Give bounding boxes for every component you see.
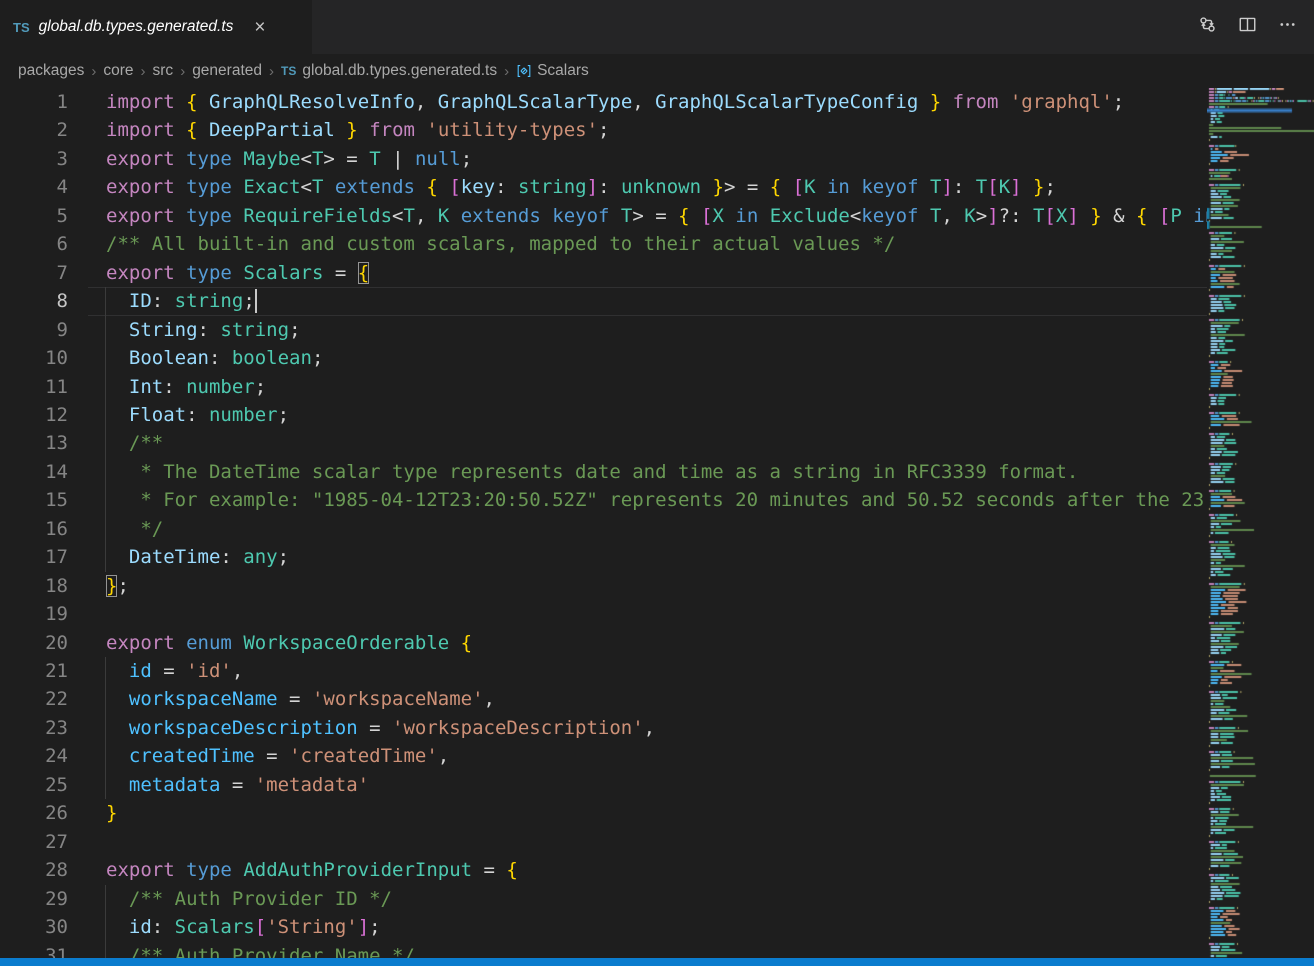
split-editor-icon [1238, 15, 1257, 39]
breadcrumb-item[interactable]: core [103, 62, 133, 80]
code-line[interactable]: export type Maybe<T> = T | null; [0, 145, 1207, 173]
open-changes-button[interactable] [1196, 16, 1218, 38]
code-line[interactable]: ID: string; [0, 287, 1207, 315]
status-bar-strip [0, 958, 1314, 966]
chevron-right-icon: › [269, 63, 274, 80]
code-line[interactable]: * For example: "1985-04-12T23:20:50.52Z"… [0, 486, 1207, 514]
ellipsis-icon [1278, 15, 1297, 39]
code-line[interactable] [0, 600, 1207, 628]
code-line[interactable]: /** All built-in and custom scalars, map… [0, 230, 1207, 258]
tab-bar: TS global.db.types.generated.ts × [0, 0, 1314, 54]
code-line[interactable]: id: Scalars['String']; [0, 913, 1207, 941]
compare-changes-icon [1198, 15, 1217, 39]
code-line[interactable]: export type RequireFields<T, K extends k… [0, 202, 1207, 230]
code-line[interactable]: export type AddAuthProviderInput = { [0, 856, 1207, 884]
code-line[interactable]: /** [0, 429, 1207, 457]
more-actions-button[interactable] [1276, 16, 1298, 38]
code-line[interactable]: import { GraphQLResolveInfo, GraphQLScal… [0, 88, 1207, 116]
code-line[interactable]: DateTime: any; [0, 543, 1207, 571]
code-line[interactable]: }; [0, 572, 1207, 600]
typescript-file-icon: TS [13, 20, 30, 35]
code-line[interactable]: } [0, 799, 1207, 827]
code-line[interactable]: workspaceDescription = 'workspaceDescrip… [0, 714, 1207, 742]
code-line[interactable]: /** Auth Provider ID */ [0, 885, 1207, 913]
breadcrumb-symbol-label: Scalars [537, 62, 589, 80]
chevron-right-icon: › [180, 63, 185, 80]
code-line[interactable]: Int: number; [0, 373, 1207, 401]
tab-title: global.db.types.generated.ts [39, 18, 234, 36]
code-line[interactable] [0, 828, 1207, 856]
code-line[interactable]: import { DeepPartial } from 'utility-typ… [0, 116, 1207, 144]
breadcrumb-file-label: global.db.types.generated.ts [302, 62, 497, 80]
code-line[interactable]: /** Auth Provider Name */ [0, 942, 1207, 959]
breadcrumb-symbol-item[interactable]: Scalars [516, 62, 589, 80]
code-line[interactable]: export enum WorkspaceOrderable { [0, 629, 1207, 657]
code-line[interactable]: workspaceName = 'workspaceName', [0, 685, 1207, 713]
breadcrumb-item[interactable]: packages [18, 62, 84, 80]
breadcrumb-file-item[interactable]: TS global.db.types.generated.ts [281, 62, 497, 80]
editor-actions [1196, 0, 1314, 54]
code-line[interactable]: id = 'id', [0, 657, 1207, 685]
code-line[interactable]: Boolean: boolean; [0, 344, 1207, 372]
code-line[interactable]: Float: number; [0, 401, 1207, 429]
code-line[interactable]: export type Exact<T extends { [key: stri… [0, 173, 1207, 201]
minimap[interactable] [1207, 88, 1314, 958]
vscode-window: { "tab": { "icon": "TS", "title": "globa… [0, 0, 1314, 966]
chevron-right-icon: › [141, 63, 146, 80]
breadcrumb-item[interactable]: src [153, 62, 174, 80]
code-line[interactable]: export type Scalars = { [0, 259, 1207, 287]
chevron-right-icon: › [504, 63, 509, 80]
tab-global-db-types[interactable]: TS global.db.types.generated.ts × [0, 0, 312, 54]
code-area[interactable]: 1import { GraphQLResolveInfo, GraphQLSca… [0, 88, 1207, 958]
typescript-file-icon: TS [281, 64, 296, 78]
symbol-type-icon [516, 63, 532, 79]
editor: 1import { GraphQLResolveInfo, GraphQLSca… [0, 88, 1314, 958]
code-line[interactable]: * The DateTime scalar type represents da… [0, 458, 1207, 486]
code-line[interactable]: metadata = 'metadata' [0, 771, 1207, 799]
code-line[interactable]: */ [0, 515, 1207, 543]
text-cursor [255, 289, 257, 313]
breadcrumb-item[interactable]: generated [192, 62, 262, 80]
tab-close-icon[interactable]: × [250, 17, 269, 38]
breadcrumb: packages › core › src › generated › TS global.db.… [0, 54, 1314, 88]
code-line[interactable]: createdTime = 'createdTime', [0, 742, 1207, 770]
chevron-right-icon: › [91, 63, 96, 80]
split-editor-button[interactable] [1236, 16, 1258, 38]
code-line[interactable]: String: string; [0, 316, 1207, 344]
